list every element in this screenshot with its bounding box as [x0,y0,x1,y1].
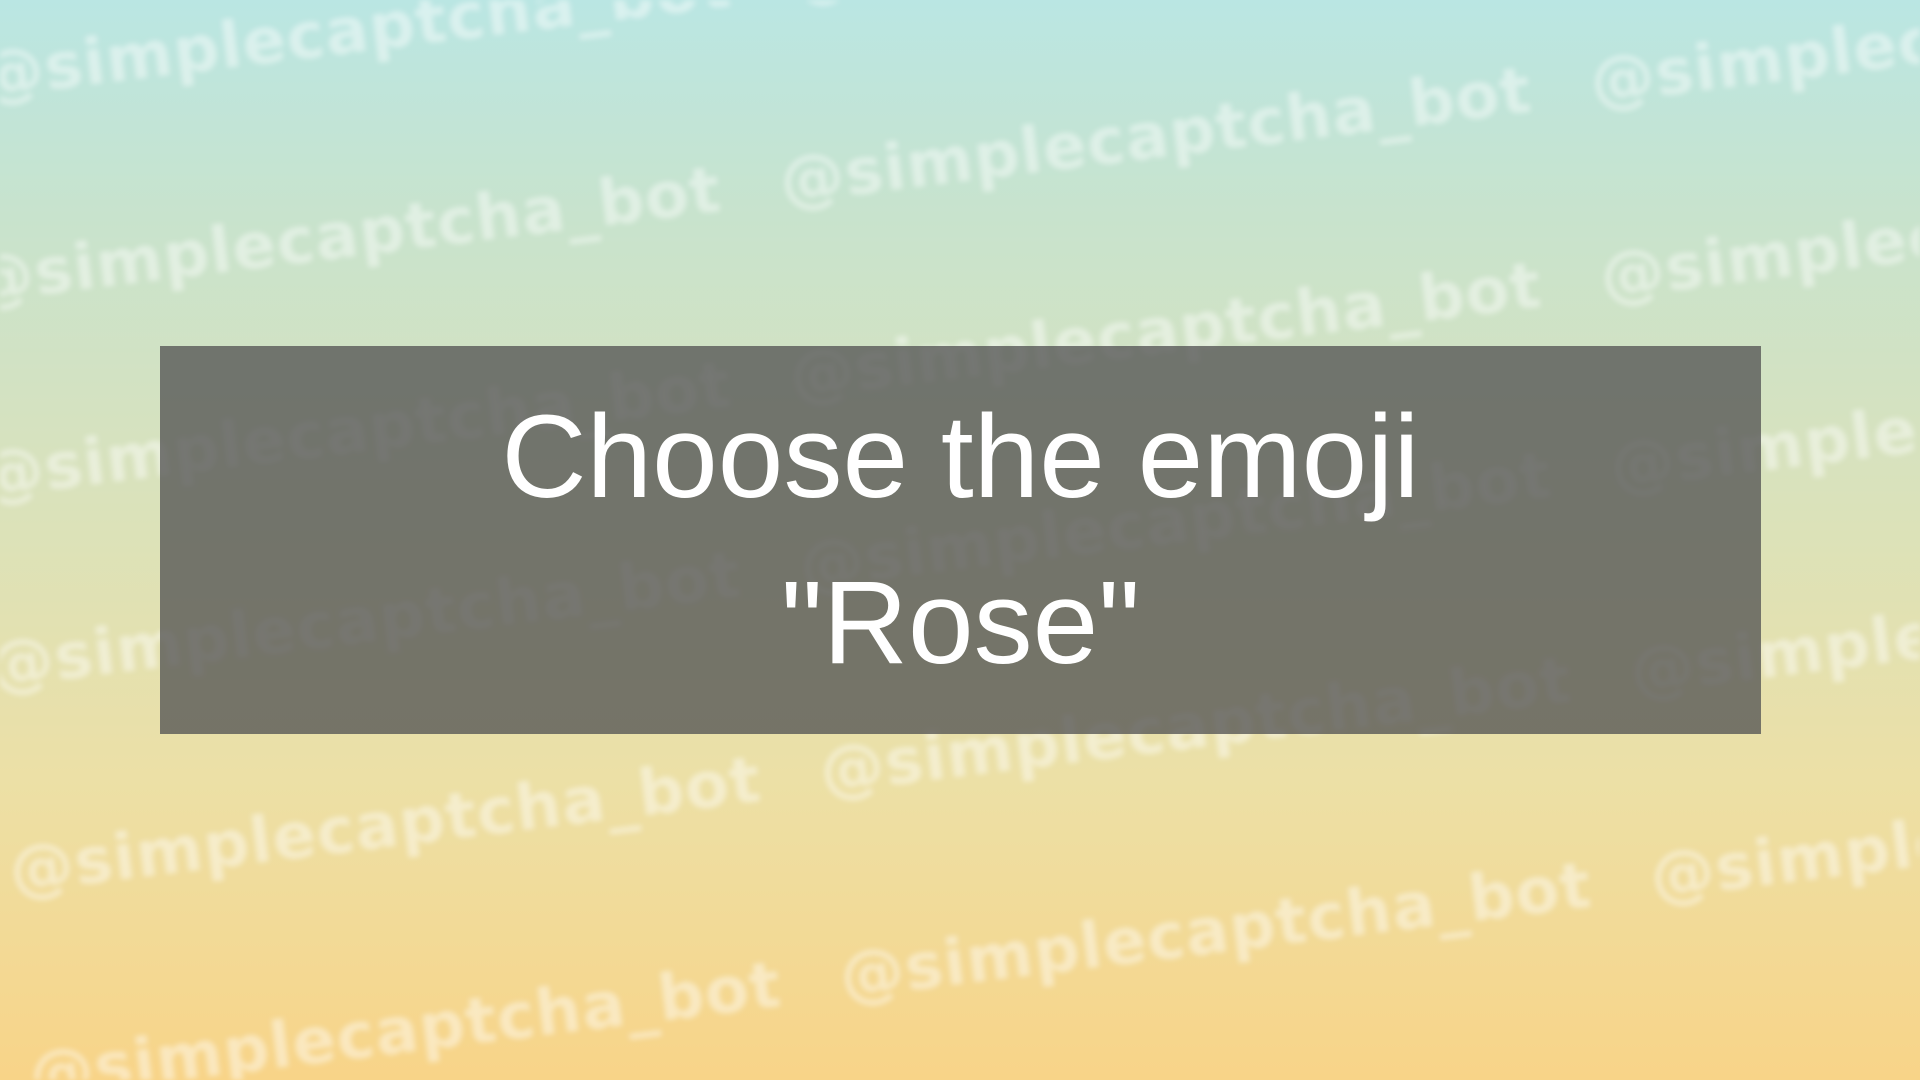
watermark-text: @simplecaptcha_bot [835,848,1596,1015]
watermark-text: @simplecaptcha_bot [1586,0,1920,120]
watermark-text: @simplecaptcha_bot [786,0,1546,14]
watermark-text: @simplecaptcha_bot [0,0,736,114]
watermark-text: @simplecaptcha_bot [25,948,786,1080]
captcha-instruction: Choose the emoji [501,391,1420,523]
watermark-text: @simplecaptcha_bot [5,743,766,909]
watermark-text: @simplecaptcha_bot [775,53,1536,220]
watermark-row: @simplecaptcha_bot @simplecaptcha_bot @sim… [25,742,1920,1080]
captcha-prompt-box: Choose the emoji "Rose" [160,346,1761,734]
captcha-emoji-name: "Rose" [780,557,1141,689]
watermark-text: @simplecaptcha_bot [0,153,726,319]
watermark-text: @simplecaptcha_bot [1596,149,1920,315]
watermark-text: @simplecaptcha_bot [1646,749,1920,915]
